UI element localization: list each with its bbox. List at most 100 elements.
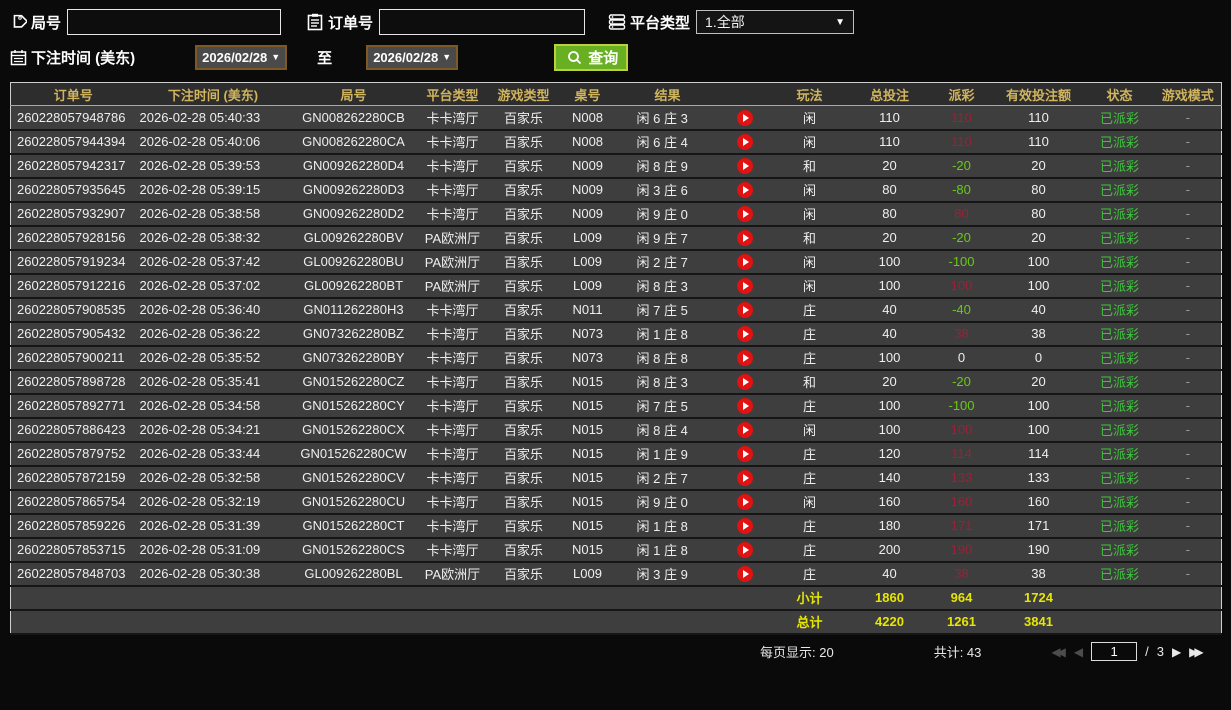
play-video-button[interactable] [736,301,753,318]
column-header: 总投注 [848,82,931,106]
date-from-select[interactable]: 2026/02/28 ▼ [195,44,288,70]
cell-play [718,177,771,203]
cell-platform: 卡卡湾厅 [416,513,489,539]
play-video-button[interactable] [736,349,753,366]
play-icon [742,233,749,242]
column-header: 游戏类型 [488,82,559,106]
cell-result: 闲 1 庄 8 [616,513,719,539]
play-video-button[interactable] [736,469,753,486]
last-page-button[interactable]: ▶▶ [1189,645,1204,659]
cell-valid: 38 [992,561,1085,587]
date-to-select[interactable]: 2026/02/28 ▼ [366,44,459,70]
page-number-input[interactable] [1091,642,1138,661]
cell-bet: 庄 [770,297,849,323]
play-video-button[interactable] [736,493,753,510]
cell-total: 140 [848,465,931,491]
play-video-button[interactable] [736,445,753,462]
cell-payout: 100 [930,417,993,443]
play-video-button[interactable] [736,277,753,294]
cell-status: 已派彩 [1084,129,1155,155]
cell-time: 2026-02-28 05:35:41 [135,369,291,395]
cell-valid: 100 [992,393,1085,419]
play-video-button[interactable] [736,373,753,390]
play-video-button[interactable] [736,565,753,582]
cell-total: 100 [848,417,931,443]
cell-time: 2026-02-28 05:31:09 [135,537,291,563]
cell-platform: PA欧洲厅 [416,249,489,275]
cell-valid: 171 [992,513,1085,539]
cell-payout: -20 [930,225,993,251]
cell-time: 2026-02-28 05:37:02 [135,273,291,299]
cell-play [718,369,771,395]
round-number-input[interactable] [67,9,282,35]
cell-order: 260228057908535 [10,297,136,323]
play-video-button[interactable] [736,109,753,126]
cell-round: GN073262280BZ [290,321,417,347]
cell-table_no: N009 [558,201,617,227]
cell-game: 百家乐 [488,249,559,275]
cell-platform: 卡卡湾厅 [416,417,489,443]
play-video-button[interactable] [736,253,753,270]
cell-platform: 卡卡湾厅 [416,153,489,179]
play-icon [742,521,749,530]
cell-time: 2026-02-28 05:34:21 [135,417,291,443]
play-video-button[interactable] [736,397,753,414]
cell-result: 闲 6 庄 3 [616,105,719,131]
cell-valid: 190 [992,537,1085,563]
play-video-button[interactable] [736,157,753,174]
cell-game: 百家乐 [488,225,559,251]
cell-result: 闲 8 庄 9 [616,153,719,179]
cell-table_no: N073 [558,345,617,371]
clipboard-icon [305,12,325,32]
total-value [1154,585,1222,611]
order-number-input[interactable] [379,9,586,35]
play-video-button[interactable] [736,517,753,534]
cell-platform: 卡卡湾厅 [416,369,489,395]
play-video-button[interactable] [736,205,753,222]
column-header: 有效投注额 [992,82,1085,106]
search-button[interactable]: 查询 [554,43,629,71]
search-icon [564,47,584,67]
first-page-button[interactable]: ◀◀ [1051,645,1066,659]
cell-result: 闲 9 庄 0 [616,201,719,227]
chevron-down-icon: ▼ [271,52,281,62]
cell-status: 已派彩 [1084,345,1155,371]
platform-type-select[interactable]: 1.全部 ▼ [696,10,855,34]
cell-order: 260228057853715 [10,537,136,563]
cell-order: 260228057928156 [10,225,136,251]
cell-payout: 110 [930,105,993,131]
cell-total: 20 [848,369,931,395]
cell-result: 闲 9 庄 0 [616,489,719,515]
play-video-button[interactable] [736,541,753,558]
play-video-button[interactable] [736,133,753,150]
column-header [718,82,771,106]
column-header: 平台类型 [416,82,489,106]
cell-table_no: N015 [558,441,617,467]
play-video-button[interactable] [736,421,753,438]
cell-round: GN073262280BY [290,345,417,371]
play-video-button[interactable] [736,181,753,198]
cell-round: GN015262280CZ [290,369,417,395]
play-video-button[interactable] [736,229,753,246]
cell-total: 100 [848,273,931,299]
cell-total: 100 [848,249,931,275]
prev-page-button[interactable]: ◀ [1074,645,1083,659]
table-header-row: 订单号 下注时间 (美东) 局号 平台类型 游戏类型 桌号 结果 玩法 总投注 派彩 有效投注额 状态… [10,82,1222,106]
play-video-button[interactable] [736,325,753,342]
cell-total: 180 [848,513,931,539]
date-from-value: 2026/02/28 [202,49,268,65]
column-header: 订单号 [10,82,136,106]
cell-platform: 卡卡湾厅 [416,129,489,155]
cell-play [718,153,771,179]
cell-status: 已派彩 [1084,249,1155,275]
cell-table_no: N015 [558,393,617,419]
play-icon [742,305,749,314]
play-icon [742,497,749,506]
cell-result: 闲 7 庄 5 [616,297,719,323]
cell-status: 已派彩 [1084,537,1155,563]
cell-round: GN009262280D4 [290,153,417,179]
next-page-button[interactable]: ▶ [1172,645,1181,659]
cell-table_no: N015 [558,417,617,443]
cell-order: 260228057892771 [10,393,136,419]
cell-payout: -20 [930,369,993,395]
